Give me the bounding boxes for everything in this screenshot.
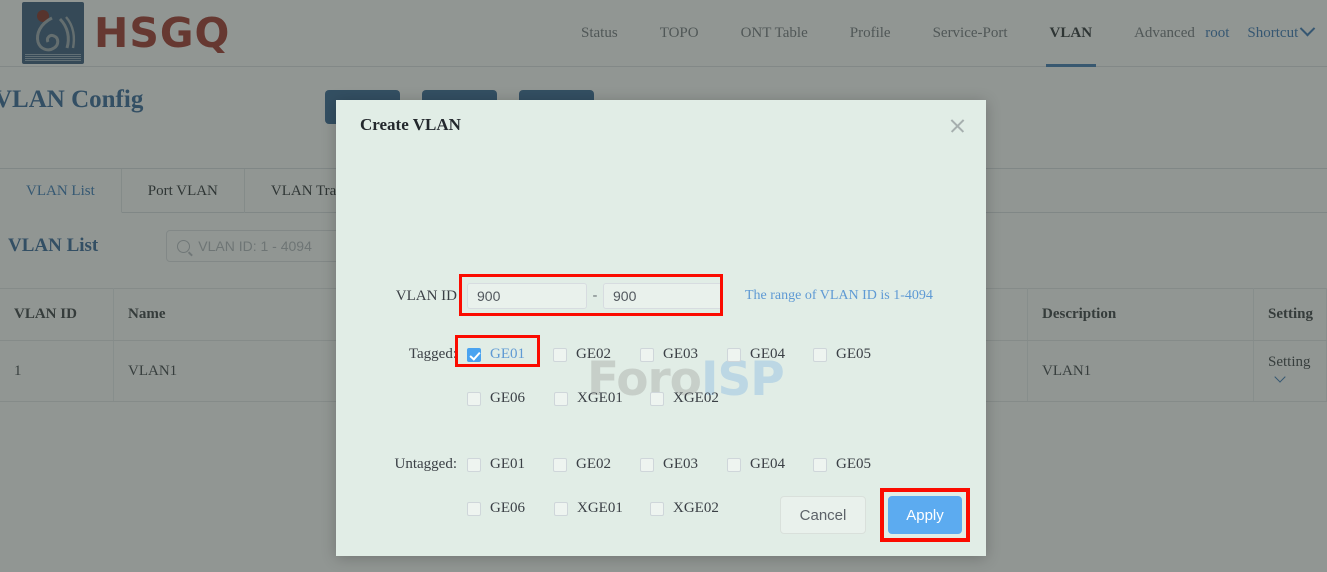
checkbox-icon: [553, 457, 567, 472]
close-icon[interactable]: [949, 117, 966, 134]
checkbox-icon: [554, 391, 568, 406]
tagged-checkbox-group-1: GE01 GE02 GE03 GE04 GE05: [455, 335, 871, 367]
checkbox-label: GE03: [663, 346, 698, 362]
checkbox-tagged-ge05[interactable]: GE05: [813, 346, 871, 363]
checkbox-tagged-xge02[interactable]: XGE02: [650, 390, 719, 407]
checkbox-icon: [640, 457, 654, 472]
checkbox-label: GE06: [490, 390, 525, 406]
checkbox-label: XGE01: [577, 390, 623, 406]
checkbox-label: GE05: [836, 456, 871, 472]
dialog-title: Create VLAN: [360, 115, 461, 134]
untagged-label: Untagged:: [394, 456, 457, 472]
checkbox-untagged-ge01[interactable]: GE01: [467, 456, 553, 473]
checkbox-icon: [640, 347, 654, 362]
checkbox-icon: [553, 347, 567, 362]
cancel-button[interactable]: Cancel: [780, 496, 866, 534]
checkbox-label: XGE02: [673, 390, 719, 406]
checkbox-icon: [650, 391, 664, 406]
checkbox-icon: [467, 391, 481, 406]
apply-button[interactable]: Apply: [888, 496, 962, 534]
vlan-id-range-hint: The range of VLAN ID is 1-4094: [745, 288, 933, 303]
checkbox-tagged-ge04[interactable]: GE04: [727, 346, 813, 363]
untagged-ports-row-1: Untagged: GE01 GE02 GE03 GE04 GE05: [336, 456, 986, 473]
checkbox-label: GE01: [490, 456, 525, 472]
tagged-ports-row-2: GE06 XGE01 XGE02: [336, 390, 986, 407]
checkbox-tagged-xge01[interactable]: XGE01: [554, 390, 650, 407]
range-separator: -: [592, 288, 598, 303]
checkbox-untagged-ge04[interactable]: GE04: [727, 456, 813, 473]
checkbox-label: GE04: [750, 346, 785, 362]
untagged-checkbox-group-1: GE01 GE02 GE03 GE04 GE05: [467, 456, 871, 473]
vlan-id-range-group: 900 - 900: [459, 274, 723, 316]
dialog-footer: Cancel Apply: [336, 488, 986, 542]
checkbox-icon: [813, 457, 827, 472]
checkbox-label: GE04: [750, 456, 785, 472]
checkbox-tagged-ge02[interactable]: GE02: [553, 346, 640, 363]
checkbox-untagged-ge05[interactable]: GE05: [813, 456, 871, 473]
apply-button-wrapper: Apply: [880, 488, 970, 542]
checkbox-label: GE01: [490, 346, 525, 362]
vlan-id-end-input[interactable]: 900: [603, 283, 723, 309]
checkbox-tagged-ge03[interactable]: GE03: [640, 346, 727, 363]
checkbox-icon: [813, 347, 827, 362]
checkbox-label: GE03: [663, 456, 698, 472]
checkbox-icon: [727, 347, 741, 362]
tagged-checkbox-group-2: GE06 XGE01 XGE02: [467, 390, 719, 407]
checkbox-label: GE02: [576, 346, 611, 362]
checkbox-icon: [467, 347, 481, 362]
checkbox-label: GE02: [576, 456, 611, 472]
checkbox-tagged-ge06[interactable]: GE06: [467, 390, 554, 407]
checkbox-label: GE05: [836, 346, 871, 362]
vlan-id-row: VLAN ID 900 - 900 The range of VLAN ID i…: [336, 274, 986, 316]
checkbox-untagged-ge02[interactable]: GE02: [553, 456, 640, 473]
tagged-label: Tagged:: [408, 346, 457, 362]
vlan-id-label: VLAN ID: [395, 287, 457, 304]
checkbox-tagged-ge01[interactable]: GE01: [455, 335, 553, 367]
vlan-id-start-input[interactable]: 900: [467, 283, 587, 309]
checkbox-icon: [467, 457, 481, 472]
checkbox-untagged-ge03[interactable]: GE03: [640, 456, 727, 473]
tagged-ports-row-1: Tagged: GE01 GE02 GE03 GE04 GE05: [336, 335, 986, 367]
create-vlan-dialog: Create VLAN ForoISP VLAN ID 900 - 900 Th…: [336, 100, 986, 556]
checkbox-icon: [727, 457, 741, 472]
